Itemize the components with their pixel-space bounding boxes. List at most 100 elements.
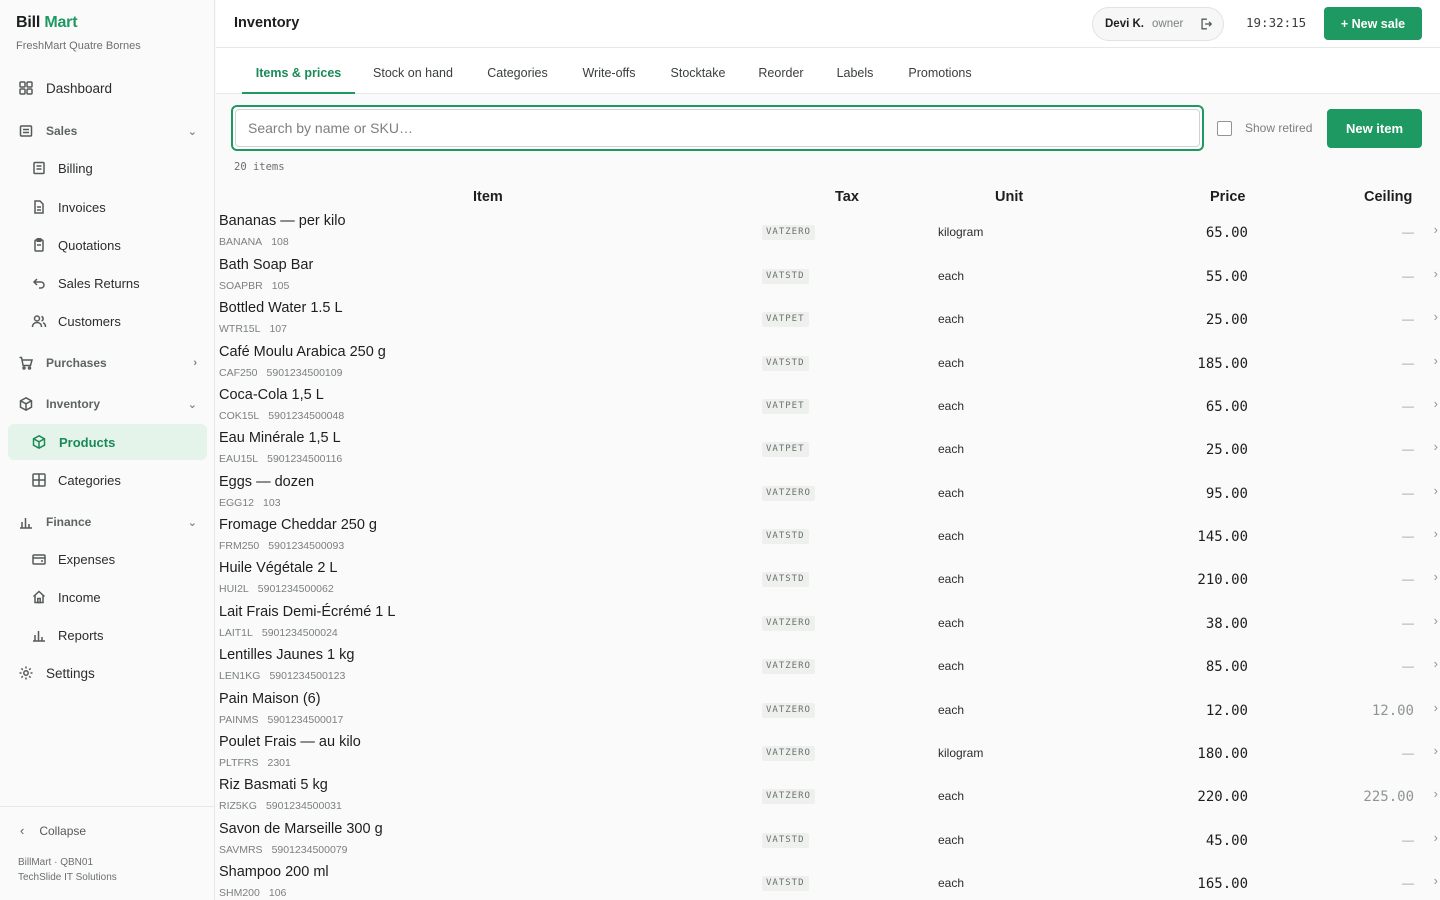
sidebar-group-label: Purchases [46,356,107,370]
user-menu[interactable]: Devi K. owner [1092,7,1224,41]
item-unit: each [938,789,965,803]
sidebar-group-label: Inventory [46,397,101,411]
item-sku-line: HUI2L 5901234500062 [219,583,334,595]
item-unit: each [938,486,965,500]
item-name: Savon de Marseille 300 g [219,821,383,837]
sidebar-item-quotations[interactable]: Quotations [30,227,207,263]
table-row[interactable]: Lentilles Jaunes 1 kg LEN1KG 5901234500123… [216,647,1440,691]
table-row[interactable]: Eggs — dozen EGG12 103 VATZERO each 95.00 — › [216,474,1440,518]
sidebar-item-income[interactable]: Income [30,579,207,615]
item-ceiling: — [1402,486,1414,500]
chevron-right-icon[interactable]: › [1434,309,1438,324]
column-header-price[interactable]: Price [1210,189,1245,205]
sidebar-item-invoices[interactable]: Invoices [30,189,207,225]
chevron-right-icon[interactable]: › [1434,613,1438,628]
tab-reorder[interactable]: Reorder [754,48,808,94]
tax-badge: VATZERO [762,789,815,804]
chevron-right-icon[interactable]: › [1434,526,1438,541]
tab-promotions[interactable]: Promotions [902,48,978,94]
sidebar-group-purchases[interactable]: Purchases › [17,345,197,381]
chevron-right-icon[interactable]: › [1434,483,1438,498]
chevron-right-icon[interactable]: › [1434,266,1438,281]
column-header-tax[interactable]: Tax [835,189,859,205]
table-row[interactable]: Eau Minérale 1,5 L EAU15L 5901234500116 VAT… [216,430,1440,474]
sidebar-item-label: Categories [58,472,121,488]
item-price: 65.00 [1205,399,1248,415]
column-header-unit[interactable]: Unit [995,189,1023,205]
item-sku-line: EGG12 103 [219,497,281,509]
sidebar-item-dashboard[interactable]: Dashboard [17,70,207,106]
item-sku: LEN1KG [219,670,261,682]
item-sku: SAVMRS [219,844,263,856]
chevron-right-icon[interactable]: › [1434,873,1438,888]
collapse-button[interactable]: ‹ Collapse [20,823,86,838]
item-sku-line: PLTFRS 2301 [219,757,291,769]
chevron-right-icon[interactable]: › [1434,786,1438,801]
tab-stock-on-hand[interactable]: Stock on hand [366,48,460,94]
brand-logo[interactable]: Bill Mart [16,14,78,32]
sidebar-item-customers[interactable]: Customers [30,303,207,339]
sidebar-item-expenses[interactable]: Expenses [30,541,207,577]
return-icon [30,274,48,292]
table-row[interactable]: Poulet Frais — au kilo PLTFRS 2301 VATZERO k… [216,734,1440,778]
item-unit: each [938,529,965,543]
sidebar-group-inventory[interactable]: Inventory ⌄ [17,386,197,422]
chevron-right-icon[interactable]: › [1434,439,1438,454]
logout-icon[interactable] [1199,17,1213,31]
table-row[interactable]: Café Moulu Arabica 250 g CAF250 5901234500… [216,344,1440,388]
item-unit: each [938,442,965,456]
new-sale-button[interactable]: + New sale [1324,7,1422,40]
column-header-ceiling[interactable]: Ceiling [1364,189,1412,205]
tab-write-offs[interactable]: Write-offs [576,48,642,94]
sidebar-item-products[interactable]: Products [8,424,207,460]
tax-badge: VATSTD [762,572,809,587]
table-row[interactable]: Bottled Water 1.5 L WTR15L 107 VATPET each 25… [216,300,1440,344]
column-header-item[interactable]: Item [473,189,503,205]
item-sku: PLTFRS [219,757,259,769]
item-price: 45.00 [1205,833,1248,849]
tab-items-prices[interactable]: Items & prices [242,48,355,94]
table-row[interactable]: Huile Végétale 2 L HUI2L 5901234500062 VATS… [216,560,1440,604]
table-row[interactable]: Lait Frais Demi-Écrémé 1 L LAIT1L 59012345… [216,604,1440,648]
sidebar-item-label: Billing [58,160,93,176]
tax-badge: VATZERO [762,703,815,718]
table-row[interactable]: Bath Soap Bar SOAPBR 105 VATSTD each 55.00 — › [216,257,1440,301]
table-row[interactable]: Savon de Marseille 300 g SAVMRS 5901234500… [216,821,1440,865]
table-row[interactable]: Fromage Cheddar 250 g FRM250 5901234500093… [216,517,1440,561]
show-retired-checkbox[interactable] [1217,121,1232,136]
chevron-right-icon[interactable]: › [1434,353,1438,368]
chevron-right-icon[interactable]: › [1434,396,1438,411]
tab-labels[interactable]: Labels [832,48,878,94]
new-item-button[interactable]: New item [1327,109,1422,148]
tab-categories[interactable]: Categories [482,48,553,94]
table-row[interactable]: Coca-Cola 1,5 L COK15L 5901234500048 VATPET… [216,387,1440,431]
table-row[interactable]: Pain Maison (6) PAINMS 5901234500017 VATZER… [216,691,1440,735]
sidebar-item-reports[interactable]: Reports [30,617,207,653]
chevron-right-icon[interactable]: › [1434,222,1438,237]
tab-stocktake[interactable]: Stocktake [663,48,733,94]
store-name: FreshMart Quatre Bornes [16,40,141,52]
users-icon [30,312,48,330]
sidebar-item-categories[interactable]: Categories [30,462,207,498]
chevron-right-icon[interactable]: › [1434,830,1438,845]
table-row[interactable]: Riz Basmati 5 kg RIZ5KG 5901234500031 VATZE… [216,777,1440,821]
table-row[interactable]: Bananas — per kilo BANANA 108 VATZERO kilogr… [216,213,1440,257]
chevron-right-icon[interactable]: › [1434,569,1438,584]
chevron-right-icon[interactable]: › [1434,700,1438,715]
sidebar-group-sales[interactable]: Sales ⌄ [17,113,197,149]
item-name: Bananas — per kilo [219,213,346,229]
item-sku: COK15L [219,410,260,422]
show-retired-label[interactable]: Show retired [1245,121,1312,135]
sidebar-item-billing[interactable]: Billing [30,150,207,186]
table-row[interactable]: Shampoo 200 ml SHM200 106 VATSTD each 165.00 —… [216,864,1440,900]
sidebar-item-sales-returns[interactable]: Sales Returns [30,265,207,301]
tax-badge: VATSTD [762,833,809,848]
sidebar-group-finance[interactable]: Finance ⌄ [17,504,197,540]
chevron-right-icon[interactable]: › [1434,743,1438,758]
search-input[interactable] [235,109,1200,147]
item-sku: HUI2L [219,583,249,595]
sidebar-item-settings[interactable]: Settings [17,655,207,691]
chevron-right-icon[interactable]: › [1434,656,1438,671]
item-sku: LAIT1L [219,627,253,639]
item-price: 185.00 [1197,356,1248,372]
